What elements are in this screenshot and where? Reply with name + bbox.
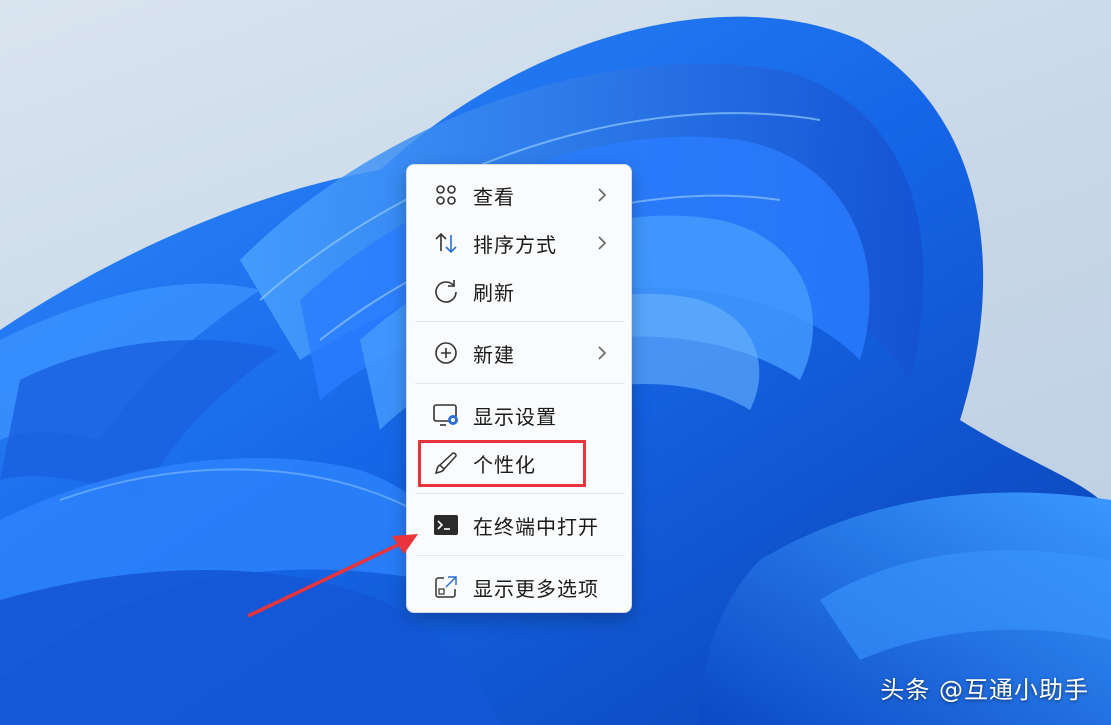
menu-separator — [415, 493, 625, 494]
menu-separator — [415, 383, 625, 384]
menu-item-label: 显示更多选项 — [473, 576, 599, 601]
chevron-right-icon — [598, 236, 607, 250]
menu-item-label: 新建 — [473, 342, 515, 367]
menu-item-label: 显示设置 — [473, 404, 557, 429]
menu-item-label: 排序方式 — [473, 232, 557, 257]
refresh-icon — [431, 276, 461, 306]
menu-item-label: 查看 — [473, 184, 515, 209]
menu-separator — [415, 555, 625, 556]
new-plus-icon — [431, 338, 461, 368]
display-settings-icon — [431, 400, 461, 430]
desktop[interactable]: 查看 排序方式 刷新 新建 显示设置 个性化 在终端中打开 显示更多选项 头条 … — [0, 0, 1111, 725]
more-options-icon — [431, 572, 461, 602]
view-grid-icon — [431, 180, 461, 210]
watermark-text: 头条 @互通小助手 — [880, 676, 1089, 704]
menu-item-open-in-terminal[interactable]: 在终端中打开 — [411, 503, 627, 547]
menu-item-new[interactable]: 新建 — [411, 331, 627, 375]
menu-item-label: 在终端中打开 — [473, 514, 599, 539]
chevron-right-icon — [598, 346, 607, 360]
highlight-annotation-box — [418, 440, 586, 487]
menu-item-view[interactable]: 查看 — [411, 173, 627, 217]
menu-item-sort-by[interactable]: 排序方式 — [411, 221, 627, 265]
sort-arrows-icon — [431, 228, 461, 258]
chevron-right-icon — [598, 188, 607, 202]
menu-item-display-settings[interactable]: 显示设置 — [411, 393, 627, 437]
menu-item-label: 刷新 — [473, 280, 515, 305]
desktop-context-menu: 查看 排序方式 刷新 新建 显示设置 个性化 在终端中打开 显示更多选项 — [406, 164, 632, 613]
menu-separator — [415, 321, 625, 322]
menu-item-refresh[interactable]: 刷新 — [411, 269, 627, 313]
menu-item-show-more-options[interactable]: 显示更多选项 — [411, 565, 627, 609]
terminal-icon — [431, 510, 461, 540]
